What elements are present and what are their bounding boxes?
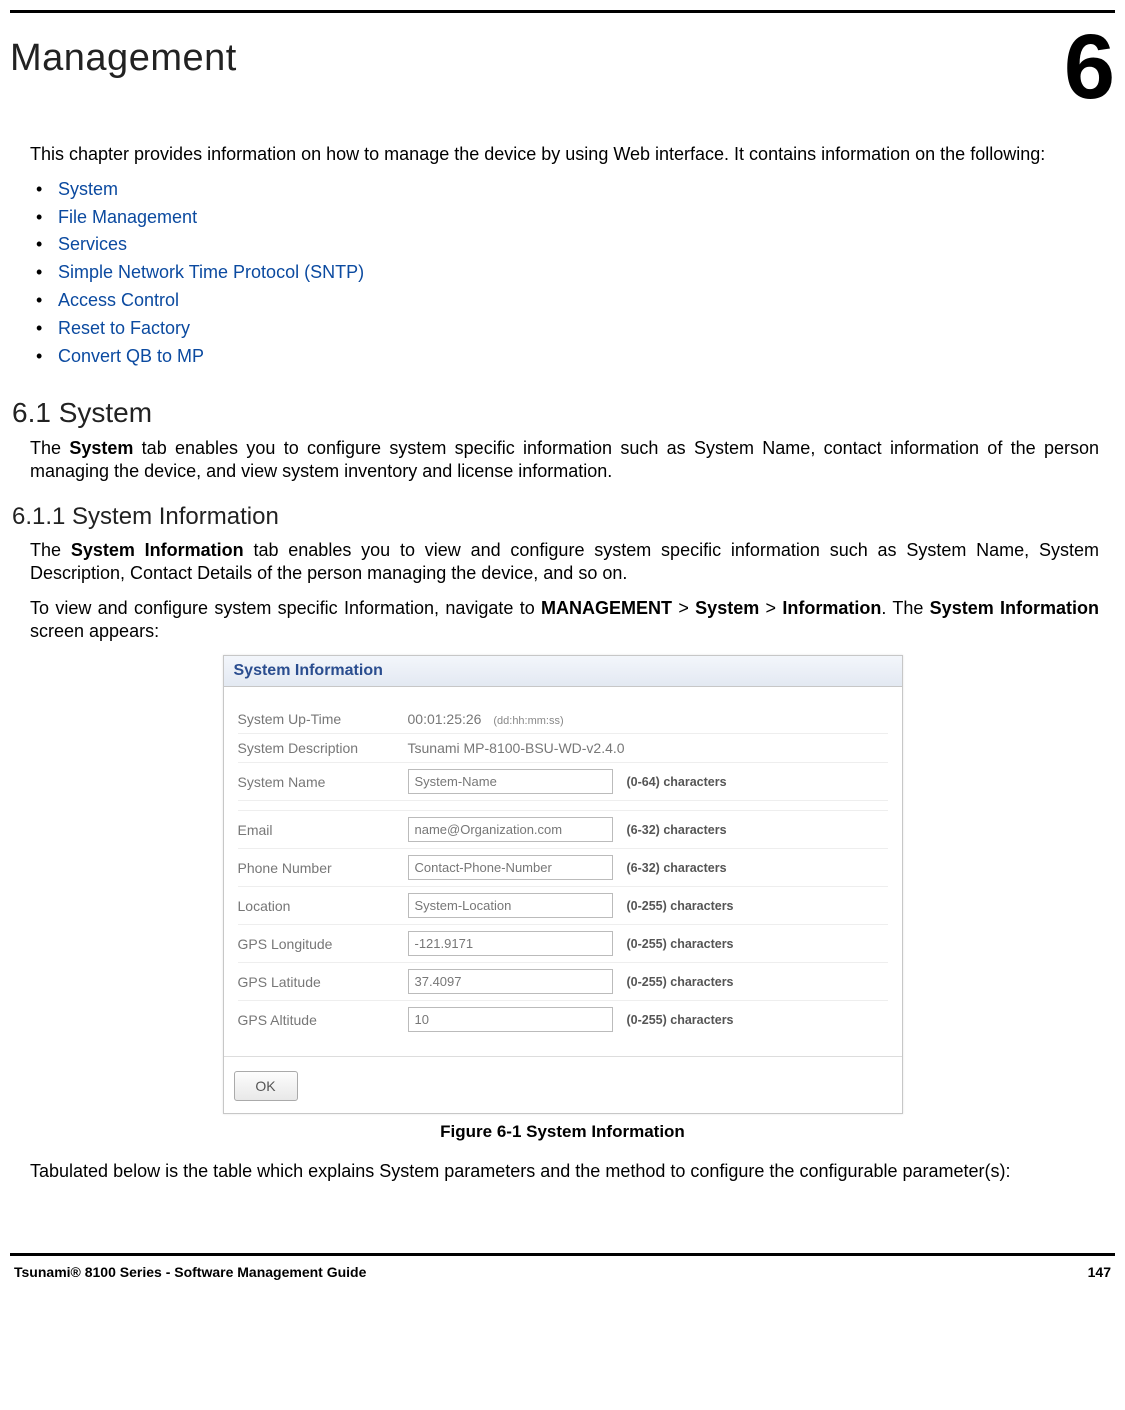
page-footer: Tsunami® 8100 Series - Software Manageme… <box>10 1264 1115 1294</box>
link-reset-to-factory[interactable]: Reset to Factory <box>58 318 190 338</box>
label-description: System Description <box>238 740 408 756</box>
input-altitude[interactable] <box>408 1007 613 1032</box>
value-uptime: 00:01:25:26 (dd:hh:mm:ss) <box>408 711 623 727</box>
text: > <box>672 598 695 618</box>
figure-panel-title: System Information <box>224 656 902 687</box>
topic-link-list: System File Management Services Simple N… <box>30 176 1099 371</box>
input-latitude[interactable] <box>408 969 613 994</box>
label-longitude: GPS Longitude <box>238 936 408 952</box>
figure-system-information: System Information System Up-Time 00:01:… <box>223 655 903 1114</box>
hint-altitude: (0-255) characters <box>613 1013 888 1027</box>
text: To view and configure system specific In… <box>30 598 541 618</box>
chapter-intro: This chapter provides information on how… <box>30 143 1099 166</box>
link-convert-qb-to-mp[interactable]: Convert QB to MP <box>58 346 204 366</box>
link-file-management[interactable]: File Management <box>58 207 197 227</box>
text: > <box>759 598 782 618</box>
footer-page-number: 147 <box>1088 1264 1111 1280</box>
label-system-name: System Name <box>238 774 408 790</box>
row-latitude: GPS Latitude (0-255) characters <box>238 963 888 1001</box>
label-altitude: GPS Altitude <box>238 1012 408 1028</box>
input-location[interactable] <box>408 893 613 918</box>
link-sntp[interactable]: Simple Network Time Protocol (SNTP) <box>58 262 364 282</box>
link-system[interactable]: System <box>58 179 118 199</box>
row-description: System Description Tsunami MP-8100-BSU-W… <box>238 734 888 763</box>
chapter-title: Management <box>10 37 237 80</box>
label-phone: Phone Number <box>238 860 408 876</box>
hint-system-name: (0-64) characters <box>613 775 888 789</box>
text: . The <box>881 598 929 618</box>
uptime-value: 00:01:25:26 <box>408 711 482 727</box>
top-rule <box>10 10 1115 13</box>
uptime-format-note: (dd:hh:mm:ss) <box>493 715 563 727</box>
bold-system: System <box>69 438 133 458</box>
row-spacer <box>238 801 888 811</box>
bold-system-information-screen: System Information <box>930 598 1099 618</box>
section-6-1-para: The System tab enables you to configure … <box>30 437 1099 483</box>
section-6-1-1-para2: To view and configure system specific In… <box>30 597 1099 643</box>
ok-button[interactable]: OK <box>234 1071 298 1101</box>
hint-latitude: (0-255) characters <box>613 975 888 989</box>
text: The <box>30 540 71 560</box>
input-email[interactable] <box>408 817 613 842</box>
input-phone[interactable] <box>408 855 613 880</box>
bold-management: MANAGEMENT <box>541 598 672 618</box>
input-system-name[interactable] <box>408 769 613 794</box>
label-latitude: GPS Latitude <box>238 974 408 990</box>
bold-system-breadcrumb: System <box>695 598 759 618</box>
bottom-rule <box>10 1253 1115 1256</box>
chapter-header: Management 6 <box>10 37 1115 105</box>
row-location: Location (0-255) characters <box>238 887 888 925</box>
hint-phone: (6-32) characters <box>613 861 888 875</box>
row-altitude: GPS Altitude (0-255) characters <box>238 1001 888 1038</box>
row-phone: Phone Number (6-32) characters <box>238 849 888 887</box>
text: screen appears: <box>30 621 159 641</box>
row-uptime: System Up-Time 00:01:25:26 (dd:hh:mm:ss) <box>238 705 888 734</box>
link-services[interactable]: Services <box>58 234 127 254</box>
row-system-name: System Name (0-64) characters <box>238 763 888 801</box>
label-uptime: System Up-Time <box>238 711 408 727</box>
hint-location: (0-255) characters <box>613 899 888 913</box>
hint-email: (6-32) characters <box>613 823 888 837</box>
chapter-number: 6 <box>1064 31 1115 105</box>
footer-guide-title: Tsunami® 8100 Series - Software Manageme… <box>14 1264 366 1280</box>
row-longitude: GPS Longitude (0-255) characters <box>238 925 888 963</box>
row-email: Email (6-32) characters <box>238 811 888 849</box>
label-location: Location <box>238 898 408 914</box>
figure-caption: Figure 6-1 System Information <box>10 1122 1115 1142</box>
input-longitude[interactable] <box>408 931 613 956</box>
bold-system-information: System Information <box>71 540 244 560</box>
heading-6-1-1: 6.1.1 System Information <box>12 503 1099 531</box>
value-description: Tsunami MP-8100-BSU-WD-v2.4.0 <box>408 740 888 756</box>
bold-information: Information <box>782 598 881 618</box>
hint-longitude: (0-255) characters <box>613 937 888 951</box>
section-6-1-1-para1: The System Information tab enables you t… <box>30 539 1099 585</box>
table-intro: Tabulated below is the table which expla… <box>10 1160 1115 1183</box>
heading-6-1: 6.1 System <box>12 397 1099 429</box>
text: The <box>30 438 69 458</box>
link-access-control[interactable]: Access Control <box>58 290 179 310</box>
text: tab enables you to configure system spec… <box>30 438 1099 481</box>
label-email: Email <box>238 822 408 838</box>
